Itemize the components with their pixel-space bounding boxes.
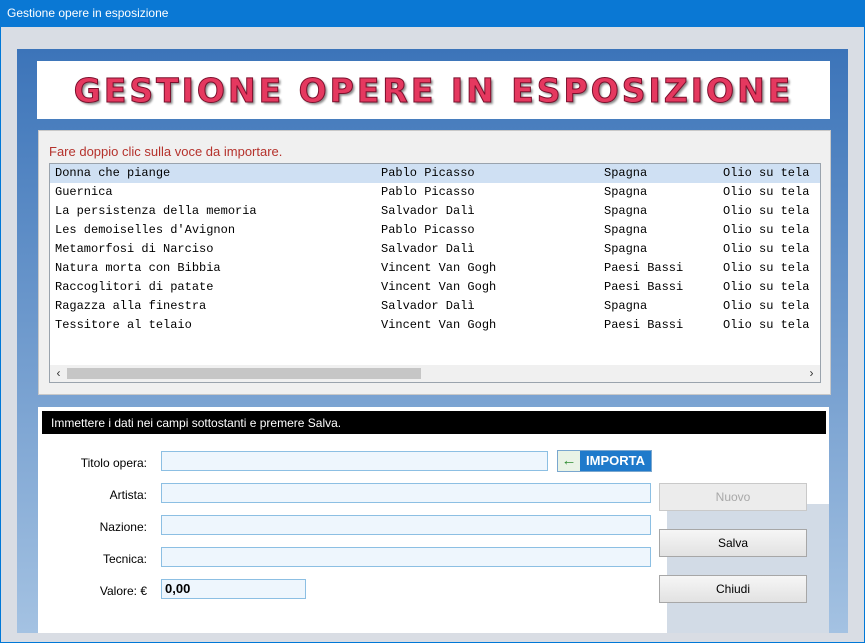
nation-cell: Spagna — [604, 223, 648, 237]
new-button[interactable]: Nuovo — [659, 483, 807, 511]
artist-label: Artista: — [109, 488, 147, 502]
work-title-cell: Les demoiselles d'Avignon — [55, 223, 236, 237]
work-title-cell: Tessitore al telaio — [55, 318, 192, 332]
nation-cell: Paesi Bassi — [604, 318, 684, 332]
nation-cell: Spagna — [604, 299, 648, 313]
nation-cell: Spagna — [604, 204, 648, 218]
list-item[interactable]: Metamorfosi di Narciso Salvador Dalì Spagn… — [50, 240, 820, 259]
artist-cell: Vincent Van Gogh — [381, 261, 497, 275]
artist-cell: Salvador Dalì — [381, 299, 475, 313]
work-title-cell: Ragazza alla finestra — [55, 299, 207, 313]
scrollbar-thumb[interactable] — [67, 368, 421, 379]
list-item[interactable]: La persistenza della memoria Salvador Dal… — [50, 202, 820, 221]
title-bar: Gestione opere in esposizione — [0, 0, 865, 27]
banner-title: GESTIONE OPERE IN ESPOSIZIONE — [73, 70, 794, 110]
import-button[interactable]: ← IMPORTA — [557, 450, 652, 472]
import-label: IMPORTA — [580, 451, 651, 471]
technique-cell: Olio su tela — [723, 299, 810, 313]
artist-cell: Pablo Picasso — [381, 185, 475, 199]
window-client: GESTIONE OPERE IN ESPOSIZIONE Fare doppi… — [1, 27, 864, 642]
arrow-left-icon: ← — [558, 451, 580, 471]
list-item[interactable]: Ragazza alla finestra Salvador Dalì Spagna… — [50, 297, 820, 316]
title-label: Titolo opera: — [80, 456, 147, 470]
banner: GESTIONE OPERE IN ESPOSIZIONE — [37, 61, 830, 119]
close-button[interactable]: Chiudi — [659, 575, 807, 603]
nation-label: Nazione: — [99, 520, 147, 534]
technique-cell: Olio su tela — [723, 166, 810, 180]
works-listbox[interactable]: Donna che piange Pablo Picasso Spagna Olio … — [49, 163, 821, 383]
technique-cell: Olio su tela — [723, 223, 810, 237]
list-item[interactable]: Guernica Pablo Picasso Spagna Olio su tela — [50, 183, 820, 202]
work-title-cell: Metamorfosi di Narciso — [55, 242, 214, 256]
horizontal-scrollbar[interactable]: ‹ › — [50, 365, 820, 382]
work-title-cell: Natura morta con Bibbia — [55, 261, 221, 275]
technique-label: Tecnica: — [102, 552, 147, 566]
list-item[interactable]: Natura morta con Bibbia Vincent Van Gogh P… — [50, 259, 820, 278]
list-item[interactable]: Tessitore al telaio Vincent Van Gogh Paesi… — [50, 316, 820, 335]
nation-cell: Spagna — [604, 242, 648, 256]
technique-cell: Olio su tela — [723, 185, 810, 199]
button-panel — [667, 504, 829, 633]
work-title-cell: Donna che piange — [55, 166, 171, 180]
nation-field[interactable] — [161, 515, 651, 535]
nation-cell: Spagna — [604, 166, 648, 180]
artist-cell: Pablo Picasso — [381, 223, 475, 237]
list-item[interactable]: Donna che piange Pablo Picasso Spagna Olio … — [50, 164, 820, 183]
work-title-cell: La persistenza della memoria — [55, 204, 257, 218]
list-panel: Fare doppio clic sulla voce da importare… — [38, 130, 831, 395]
value-field[interactable]: 0,00 — [161, 579, 306, 599]
technique-cell: Olio su tela — [723, 261, 810, 275]
artist-cell: Salvador Dalì — [381, 204, 475, 218]
window-title: Gestione opere in esposizione — [7, 6, 169, 20]
nation-cell: Paesi Bassi — [604, 261, 684, 275]
nation-cell: Spagna — [604, 185, 648, 199]
artist-cell: Pablo Picasso — [381, 166, 475, 180]
chevron-left-icon[interactable]: ‹ — [50, 365, 67, 382]
title-field[interactable] — [161, 451, 548, 471]
instruction-text: Immettere i dati nei campi sottostanti e… — [51, 416, 342, 430]
list-item[interactable]: Raccoglitori di patate Vincent Van Gogh Pa… — [50, 278, 820, 297]
technique-cell: Olio su tela — [723, 242, 810, 256]
work-title-cell: Guernica — [55, 185, 113, 199]
main-frame: GESTIONE OPERE IN ESPOSIZIONE Fare doppi… — [17, 49, 848, 633]
chevron-right-icon[interactable]: › — [803, 365, 820, 382]
value-label: Valore: € — [99, 584, 147, 598]
technique-cell: Olio su tela — [723, 318, 810, 332]
technique-cell: Olio su tela — [723, 204, 810, 218]
technique-cell: Olio su tela — [723, 280, 810, 294]
list-hint: Fare doppio clic sulla voce da importare… — [49, 144, 283, 159]
work-title-cell: Raccoglitori di patate — [55, 280, 214, 294]
nation-cell: Paesi Bassi — [604, 280, 684, 294]
artist-cell: Salvador Dalì — [381, 242, 475, 256]
artist-cell: Vincent Van Gogh — [381, 280, 497, 294]
artist-cell: Vincent Van Gogh — [381, 318, 497, 332]
technique-field[interactable] — [161, 547, 651, 567]
save-button[interactable]: Salva — [659, 529, 807, 557]
instruction-bar: Immettere i dati nei campi sottostanti e… — [42, 411, 826, 434]
artist-field[interactable] — [161, 483, 651, 503]
list-item[interactable]: Les demoiselles d'Avignon Pablo Picasso Sp… — [50, 221, 820, 240]
